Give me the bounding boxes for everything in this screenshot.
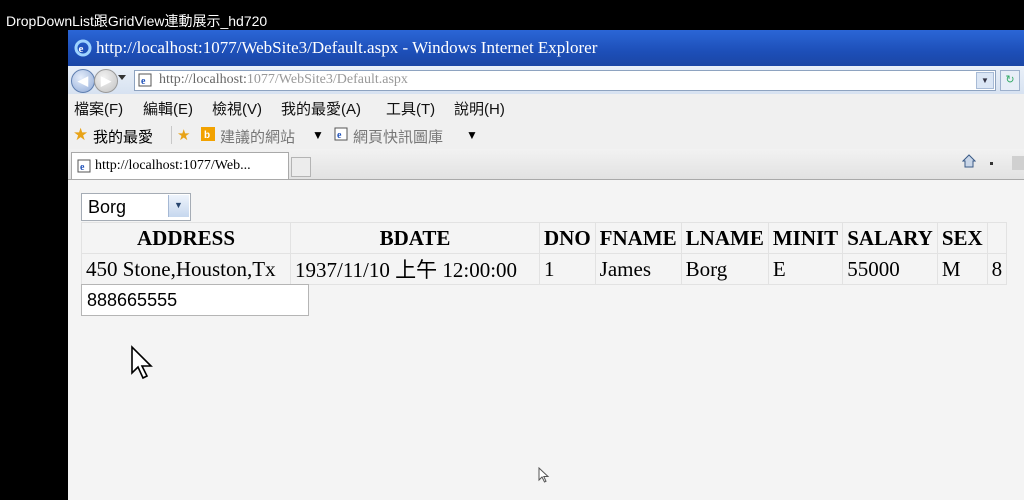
dropdown-arrow-icon: ▼ [174,200,183,210]
grid-header-address: ADDRESS [81,222,291,254]
grid-cell-bdate: 1937/11/10 上午 12:00:00 [290,253,540,285]
tab-row: e http://localhost:1077/Web... [68,149,1024,180]
favorites-bar: ★ 我的最愛 ★ b 建議的網站 ▼ e 網頁快訊圖庫 ▼ [68,119,1024,149]
feeds-icon[interactable] [1012,156,1024,170]
grid-cell-lname: Borg [680,253,769,285]
address-dropdown-button[interactable]: ▼ [976,72,994,89]
web-slice-icon: e [334,127,348,141]
back-button[interactable]: ◀ [71,69,95,93]
grid-header-minit: MINIT [767,222,844,254]
window-titlebar[interactable]: e http://localhost:1077/WebSite3/Default… [68,30,1024,66]
page-icon: e [138,73,152,87]
dropdown-selected-value: Borg [88,197,127,217]
page-content: Borg ▼ ADDRESS BDATE DNO FNAME LNAME MIN… [68,180,1024,500]
home-icon[interactable] [962,154,976,168]
recent-pages-dropdown-icon[interactable] [118,75,126,80]
chevron-down-icon[interactable]: ▼ [312,128,324,142]
forward-icon: ▶ [101,73,111,88]
grid-cell-minit: E [767,253,844,285]
menu-favorites[interactable]: 我的最愛(A) [281,98,361,119]
grid-cell-dno: 1 [539,253,596,285]
grid-cell-salary: 55000 [842,253,938,285]
grid-cell-sex: M [936,253,988,285]
grid-header-row: ADDRESS BDATE DNO FNAME LNAME MINIT SALA… [81,222,1008,254]
grid-cell-fname: James [594,253,682,285]
chevron-down-icon[interactable]: ▼ [466,128,478,142]
grid-header-more [986,222,1008,254]
mouse-cursor-icon [131,345,153,380]
grid-header-dno: DNO [539,222,596,254]
menu-tools[interactable]: 工具(T) [386,98,435,119]
mouse-cursor-icon [538,467,550,483]
grid-header-bdate: BDATE [290,222,540,254]
grid-header-lname: LNAME [680,222,769,254]
menu-view[interactable]: 檢視(V) [212,98,262,119]
grid-cell-more: 8 [986,253,1008,285]
table-row: 450 Stone,Houston,Tx 1937/11/10 上午 12:00… [81,253,1008,285]
menu-bar: 檔案(F) 編輯(E) 檢視(V) 我的最愛(A) 工具(T) 說明(H) [68,94,1024,119]
window-title: http://localhost:1077/WebSite3/Default.a… [96,38,598,57]
page-icon: e [77,159,91,173]
ie-logo-icon: e [74,39,92,57]
dropdown-button[interactable]: ▼ [168,195,189,217]
svg-text:e: e [80,162,85,173]
address-url: http://localhost:1077/WebSite3/Default.a… [159,72,408,87]
new-tab-button[interactable] [291,157,311,177]
suggested-sites-link[interactable]: 建議的網站 [220,126,295,147]
grid-header-sex: SEX [936,222,988,254]
menu-file[interactable]: 檔案(F) [74,98,123,119]
grid-header-salary: SALARY [842,222,938,254]
svg-text:e: e [79,43,84,55]
svg-text:e: e [337,130,342,141]
tab-default-aspx[interactable]: e http://localhost:1077/Web... [71,152,289,179]
suggested-sites-icon: b [201,127,215,141]
web-slice-gallery-link[interactable]: 網頁快訊圖庫 [353,126,443,147]
address-field[interactable]: e http://localhost:1077/WebSite3/Default… [134,70,996,91]
toolbar-divider [171,126,172,144]
refresh-button[interactable]: ↻ [1000,70,1020,91]
svg-text:b: b [204,130,210,141]
menu-edit[interactable]: 編輯(E) [143,98,193,119]
star-icon: ★ [73,125,89,144]
address-bar-row: ◀ ▶ e http://localhost:1077/WebSite3/Def… [68,66,1024,95]
ssn-textbox[interactable]: 888665555 [81,284,309,316]
forward-button[interactable]: ▶ [94,69,118,93]
home-dropdown-icon[interactable] [990,162,993,165]
browser-window: e http://localhost:1077/WebSite3/Default… [68,30,1024,500]
employee-dropdown[interactable]: Borg ▼ [81,193,191,221]
grid-header-fname: FNAME [594,222,682,254]
tab-label: http://localhost:1077/Web... [95,158,251,173]
employee-gridview: ADDRESS BDATE DNO FNAME LNAME MINIT SALA… [81,222,1008,285]
favorites-button[interactable]: 我的最愛 [93,126,153,147]
video-title: DropDownList跟GridView連動展示_hd720 [6,13,268,29]
textbox-value: 888665555 [87,290,178,310]
svg-text:e: e [141,76,146,87]
back-icon: ◀ [78,73,88,88]
menu-help[interactable]: 說明(H) [454,98,505,119]
grid-cell-address: 450 Stone,Houston,Tx [81,253,291,285]
add-favorite-icon[interactable]: ★ [177,126,190,144]
refresh-icon: ↻ [1005,74,1015,86]
